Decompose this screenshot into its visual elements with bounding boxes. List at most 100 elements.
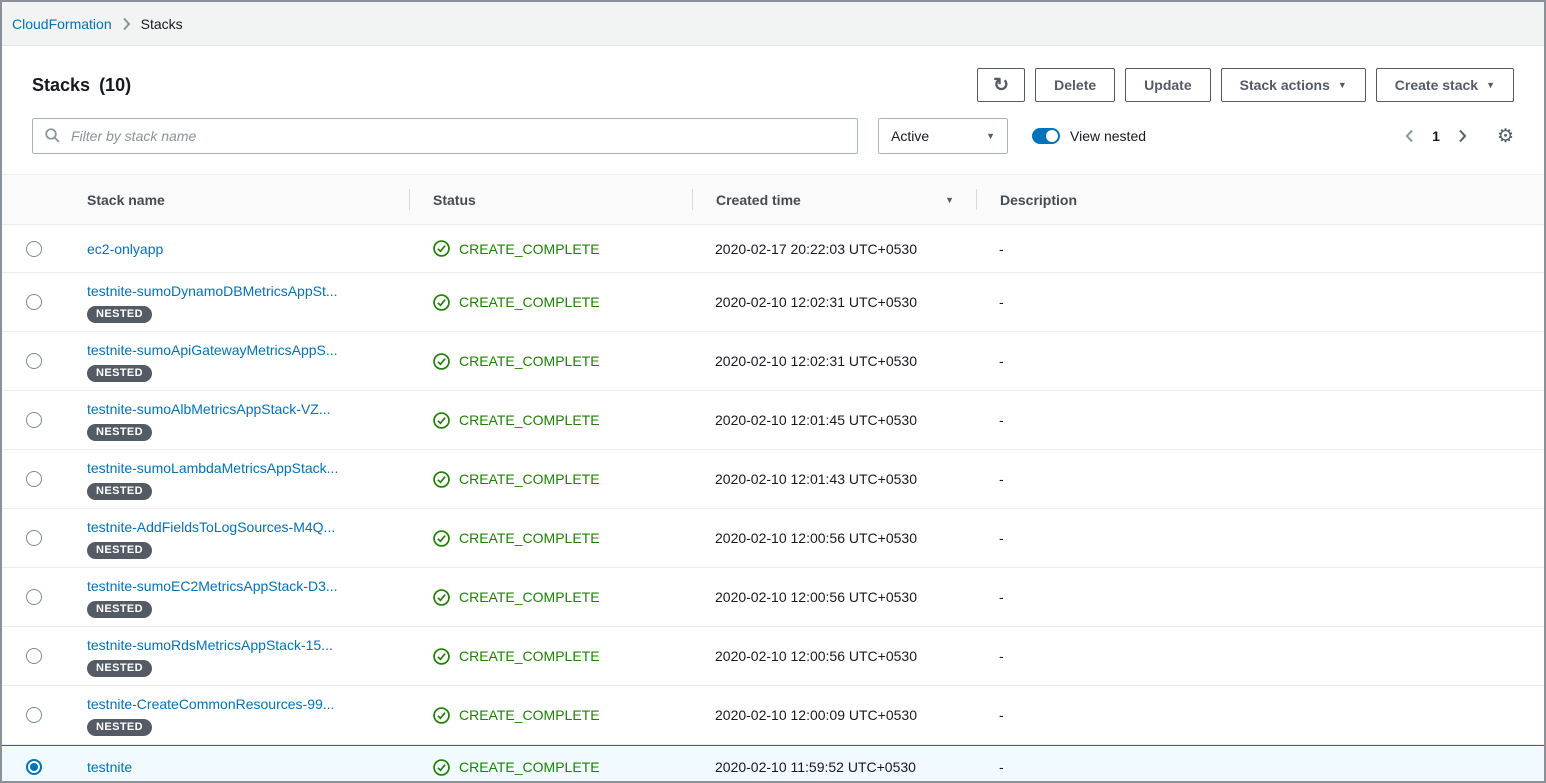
row-select-cell bbox=[2, 450, 66, 508]
created-time-cell: 2020-02-10 11:59:52 UTC+0530 bbox=[692, 746, 976, 783]
row-select-cell bbox=[2, 225, 66, 272]
table-row[interactable]: testnite-sumoEC2MetricsAppStack-D3... NE… bbox=[2, 568, 1544, 627]
stack-name-link[interactable]: testnite-sumoApiGatewayMetricsAppS... bbox=[87, 340, 338, 360]
next-page-button[interactable] bbox=[1458, 129, 1467, 143]
stack-name-link[interactable]: testnite-AddFieldsToLogSources-M4Q... bbox=[87, 517, 335, 537]
header-select-cell bbox=[2, 175, 66, 224]
column-header-status[interactable]: Status bbox=[409, 175, 692, 224]
radio-dot bbox=[30, 763, 38, 771]
stack-name-link[interactable]: testnite-sumoDynamoDBMetricsAppSt... bbox=[87, 281, 338, 301]
page-number[interactable]: 1 bbox=[1432, 128, 1440, 144]
description-cell: - bbox=[976, 746, 1544, 783]
table-body: ec2-onlyapp CREATE_COMPLETE 2020-02-17 2… bbox=[2, 225, 1544, 783]
stack-name-link[interactable]: testnite bbox=[87, 757, 132, 777]
column-header-created-time[interactable]: Created time ▼ bbox=[692, 175, 976, 224]
check-circle-icon bbox=[433, 471, 450, 488]
column-header-status-label: Status bbox=[433, 192, 476, 208]
row-select-cell bbox=[2, 273, 66, 331]
stack-name-cell: testnite-sumoRdsMetricsAppStack-15... NE… bbox=[66, 627, 409, 685]
table-row[interactable]: ec2-onlyapp CREATE_COMPLETE 2020-02-17 2… bbox=[2, 225, 1544, 273]
status-cell: CREATE_COMPLETE bbox=[409, 509, 692, 567]
refresh-button[interactable]: ↻ bbox=[977, 68, 1025, 102]
row-radio-button[interactable] bbox=[26, 471, 42, 487]
table-row[interactable]: testnite-AddFieldsToLogSources-M4Q... NE… bbox=[2, 509, 1544, 568]
stack-actions-button[interactable]: Stack actions ▼ bbox=[1221, 68, 1366, 102]
column-header-stack-name[interactable]: Stack name bbox=[66, 175, 409, 224]
stack-count: (10) bbox=[99, 75, 131, 95]
row-select-cell bbox=[2, 332, 66, 390]
header-actions: ↻ Delete Update Stack actions ▼ Create s… bbox=[977, 68, 1514, 102]
stacks-table: Stack name Status Created time ▼ Descrip… bbox=[2, 174, 1544, 783]
caret-down-icon: ▼ bbox=[1486, 81, 1495, 90]
created-time-cell: 2020-02-17 20:22:03 UTC+0530 bbox=[692, 225, 976, 272]
update-button[interactable]: Update bbox=[1125, 68, 1210, 102]
filter-toolbar: Active ▼ View nested 1 ⚙ bbox=[2, 102, 1544, 174]
view-nested-label: View nested bbox=[1070, 128, 1146, 144]
table-row[interactable]: testnite-sumoRdsMetricsAppStack-15... NE… bbox=[2, 627, 1544, 686]
breadcrumb-cloudformation-link[interactable]: CloudFormation bbox=[12, 16, 112, 32]
description-cell: - bbox=[976, 273, 1544, 331]
nested-badge: NESTED bbox=[87, 365, 152, 382]
previous-page-button[interactable] bbox=[1405, 129, 1414, 143]
table-row[interactable]: testnite-sumoAlbMetricsAppStack-VZ... NE… bbox=[2, 391, 1544, 450]
chevron-right-icon bbox=[122, 17, 131, 31]
table-row[interactable]: testnite-CreateCommonResources-99... NES… bbox=[2, 686, 1544, 745]
row-radio-button[interactable] bbox=[26, 589, 42, 605]
column-header-stack-name-label: Stack name bbox=[87, 192, 165, 208]
check-circle-icon bbox=[433, 589, 450, 606]
status-text: CREATE_COMPLETE bbox=[459, 589, 600, 605]
stack-name-link[interactable]: ec2-onlyapp bbox=[87, 239, 163, 259]
view-nested-toggle[interactable] bbox=[1032, 128, 1060, 144]
settings-gear-icon[interactable]: ⚙ bbox=[1497, 127, 1514, 146]
table-row[interactable]: testnite-sumoDynamoDBMetricsAppSt... NES… bbox=[2, 273, 1544, 332]
created-time-cell: 2020-02-10 12:00:56 UTC+0530 bbox=[692, 627, 976, 685]
description-cell: - bbox=[976, 568, 1544, 626]
breadcrumb: CloudFormation Stacks bbox=[2, 2, 1544, 46]
row-radio-button[interactable] bbox=[26, 241, 42, 257]
created-time-cell: 2020-02-10 12:01:43 UTC+0530 bbox=[692, 450, 976, 508]
check-circle-icon bbox=[433, 353, 450, 370]
status-text: CREATE_COMPLETE bbox=[459, 471, 600, 487]
delete-button[interactable]: Delete bbox=[1035, 68, 1115, 102]
delete-button-label: Delete bbox=[1054, 77, 1096, 93]
created-time-cell: 2020-02-10 12:02:31 UTC+0530 bbox=[692, 273, 976, 331]
stack-name-link[interactable]: testnite-sumoRdsMetricsAppStack-15... bbox=[87, 635, 333, 655]
description-cell: - bbox=[976, 509, 1544, 567]
nested-badge: NESTED bbox=[87, 601, 152, 618]
row-radio-button[interactable] bbox=[26, 648, 42, 664]
row-radio-button[interactable] bbox=[26, 412, 42, 428]
table-row[interactable]: testnite-sumoApiGatewayMetricsAppS... NE… bbox=[2, 332, 1544, 391]
stack-name-cell: testnite-CreateCommonResources-99... NES… bbox=[66, 686, 409, 744]
table-row[interactable]: testnite-sumoLambdaMetricsAppStack... NE… bbox=[2, 450, 1544, 509]
stack-name-link[interactable]: testnite-sumoEC2MetricsAppStack-D3... bbox=[87, 576, 338, 596]
stack-actions-button-label: Stack actions bbox=[1240, 77, 1330, 93]
chevron-down-icon: ▼ bbox=[986, 132, 995, 141]
create-stack-button[interactable]: Create stack ▼ bbox=[1376, 68, 1514, 102]
status-text: CREATE_COMPLETE bbox=[459, 412, 600, 428]
search-icon bbox=[44, 127, 61, 149]
stack-name-link[interactable]: testnite-sumoLambdaMetricsAppStack... bbox=[87, 458, 338, 478]
table-row[interactable]: testnite CREATE_COMPLETE 2020-02-10 11:5… bbox=[2, 745, 1544, 783]
status-text: CREATE_COMPLETE bbox=[459, 353, 600, 369]
stack-name-cell: testnite-sumoDynamoDBMetricsAppSt... NES… bbox=[66, 273, 409, 331]
row-radio-button[interactable] bbox=[26, 707, 42, 723]
sort-descending-icon[interactable]: ▼ bbox=[945, 195, 976, 205]
status-text: CREATE_COMPLETE bbox=[459, 294, 600, 310]
column-header-created-time-label: Created time bbox=[716, 192, 801, 208]
stack-name-link[interactable]: testnite-CreateCommonResources-99... bbox=[87, 694, 334, 714]
row-radio-button[interactable] bbox=[26, 759, 42, 775]
cloudformation-stacks-page: CloudFormation Stacks Stacks (10) ↻ Dele… bbox=[0, 0, 1546, 783]
row-radio-button[interactable] bbox=[26, 353, 42, 369]
search-input[interactable] bbox=[32, 118, 858, 154]
status-text: CREATE_COMPLETE bbox=[459, 707, 600, 723]
status-filter-dropdown[interactable]: Active ▼ bbox=[878, 118, 1008, 154]
stack-name-cell: testnite-sumoLambdaMetricsAppStack... NE… bbox=[66, 450, 409, 508]
description-cell: - bbox=[976, 450, 1544, 508]
stack-name-link[interactable]: testnite-sumoAlbMetricsAppStack-VZ... bbox=[87, 399, 331, 419]
row-radio-button[interactable] bbox=[26, 530, 42, 546]
column-header-description[interactable]: Description bbox=[976, 175, 1544, 224]
status-filter-value: Active bbox=[891, 128, 929, 144]
row-radio-button[interactable] bbox=[26, 294, 42, 310]
status-cell: CREATE_COMPLETE bbox=[409, 391, 692, 449]
nested-badge: NESTED bbox=[87, 719, 152, 736]
